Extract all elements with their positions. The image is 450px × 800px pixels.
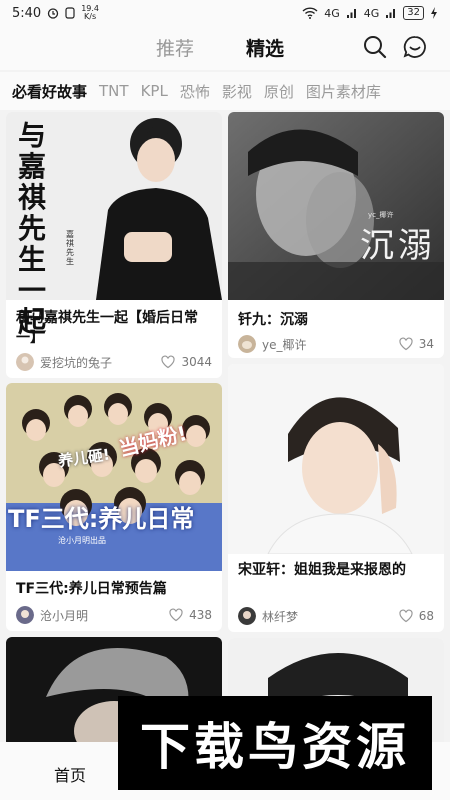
tab-recommend[interactable]: 推荐	[156, 34, 194, 61]
heart-icon[interactable]	[399, 609, 413, 623]
category-film[interactable]: 影视	[222, 81, 252, 102]
battery-indicator: 32	[403, 6, 424, 20]
network-a: 4G	[324, 6, 340, 20]
author-name: ye_椰许	[262, 337, 307, 352]
signal-icon	[346, 9, 356, 18]
cover-small: 沧小月明出品	[58, 536, 106, 545]
signal-icon	[386, 9, 396, 18]
cover-image	[6, 383, 222, 571]
network-b: 4G	[363, 6, 380, 20]
card-meta: 沧小月明 438	[16, 605, 212, 625]
watermark-overlay: 下载鸟资源	[118, 696, 432, 790]
card-title: 宋亚轩：姐姐我是来报恩的	[238, 562, 406, 578]
heart-icon[interactable]	[161, 355, 176, 369]
card-meta: ye_椰许 34	[238, 334, 434, 354]
like-count: 3044	[181, 355, 212, 369]
card-title: 和马嘉祺先生一起【婚后日常一】	[16, 310, 198, 346]
charging-icon	[431, 7, 437, 19]
category-must-read[interactable]: 必看好故事	[12, 81, 87, 102]
cover-text: 沉溺	[360, 226, 436, 266]
category-image-library[interactable]: 图片素材库	[306, 81, 381, 102]
category-tnt[interactable]: TNT	[99, 82, 129, 100]
wifi-icon	[302, 7, 318, 19]
net-speed: 19.4 K/s	[81, 4, 100, 21]
card-meta: 爱挖坑的兔子 3044	[16, 352, 212, 372]
tab-featured[interactable]: 精选	[246, 34, 284, 61]
cover-small: yc_椰许	[368, 211, 394, 219]
card-title: 钎九：沉溺	[238, 312, 308, 328]
card-meta: 林纤梦 68	[238, 606, 434, 626]
message-icon[interactable]	[402, 34, 428, 60]
cover-image	[228, 112, 444, 300]
watermark-text: 下载鸟资源	[140, 718, 410, 776]
category-original[interactable]: 原创	[264, 81, 294, 102]
heart-icon[interactable]	[399, 337, 413, 351]
story-card[interactable]: 当妈粉! 养儿砸! TF三代:养儿日常 沧小月明出品 TF三代:养儿日常预告篇 …	[6, 383, 222, 631]
avatar	[16, 353, 34, 371]
cover-text: TF三代:养儿日常	[8, 505, 195, 533]
author-name: 沧小月明	[40, 608, 89, 623]
top-nav: 推荐 精选	[0, 26, 450, 70]
like-count: 68	[418, 609, 434, 623]
clock: 5:40	[12, 5, 42, 21]
category-tabs: 必看好故事 TNT KPL 恐怖 影视 原创 图片素材库	[0, 72, 450, 110]
avatar	[238, 335, 256, 353]
alarm-icon	[48, 8, 59, 19]
search-icon[interactable]	[362, 34, 388, 60]
mute-icon	[65, 7, 75, 19]
story-card[interactable]: 宋亚轩：姐姐我是来报恩的 林纤梦 68	[228, 364, 444, 632]
author-name: 爱挖坑的兔子	[40, 355, 113, 370]
like-count: 34	[418, 337, 434, 351]
author-name: 林纤梦	[262, 609, 299, 624]
avatar	[238, 607, 256, 625]
avatar	[16, 606, 34, 624]
card-title: TF三代:养儿日常预告篇	[16, 581, 167, 597]
story-card[interactable]: 与嘉祺先生一起 嘉祺先生 和马嘉祺先生一起【婚后日常一】 爱挖坑的兔子 3044	[6, 112, 222, 378]
category-horror[interactable]: 恐怖	[180, 81, 210, 102]
heart-icon[interactable]	[169, 608, 183, 622]
like-count: 438	[189, 608, 212, 622]
cover-image	[228, 364, 444, 554]
category-kpl[interactable]: KPL	[141, 82, 168, 100]
story-card[interactable]: 沉溺 yc_椰许 钎九：沉溺 ye_椰许 34	[228, 112, 444, 358]
cover-text: 与嘉祺先生一起	[18, 119, 47, 338]
status-bar: 5:40 19.4 K/s 4G 4G 32	[0, 0, 450, 26]
cover-small: 嘉祺先生	[66, 230, 74, 266]
nav-home[interactable]: 首页	[54, 762, 86, 786]
